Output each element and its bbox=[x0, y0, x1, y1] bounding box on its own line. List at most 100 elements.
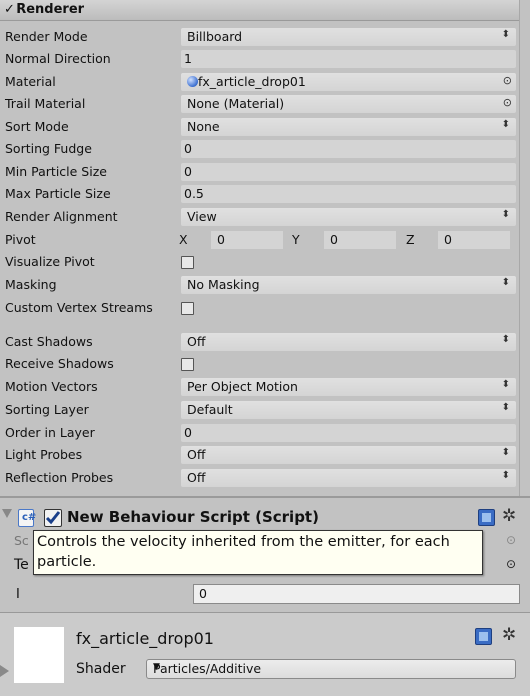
axis-value-box[interactable]: 0 bbox=[211, 231, 283, 249]
script-title: New Behaviour Script (Script) bbox=[67, 508, 319, 526]
dropdown-field[interactable]: Billboard ⬍ bbox=[181, 28, 516, 46]
material-section: fx_article_drop01 ✲ Shader Particles/Add… bbox=[0, 612, 530, 696]
updown-arrows-icon: ⬍ bbox=[501, 447, 510, 458]
property-row: Order in Layer 0 bbox=[0, 422, 519, 444]
axis-label: Z bbox=[406, 232, 415, 247]
gear-icon[interactable]: ✲ bbox=[502, 625, 516, 645]
property-row: Motion Vectors Per Object Motion ⬍ bbox=[0, 376, 519, 398]
object-field[interactable]: None (Material) ⊙ bbox=[181, 95, 516, 113]
target-icon[interactable]: ⊙ bbox=[503, 74, 512, 87]
property-label: Receive Shadows bbox=[5, 356, 114, 371]
updown-arrows-icon: ⬍ bbox=[501, 209, 510, 220]
axis-value: 0 bbox=[330, 232, 338, 247]
dropdown-field[interactable]: Off ⬍ bbox=[181, 333, 516, 351]
dropdown-field[interactable]: Off ⬍ bbox=[181, 446, 516, 464]
script-enabled-checkbox[interactable] bbox=[44, 509, 62, 527]
field-value: None (Material) bbox=[187, 96, 285, 111]
updown-arrows-icon: ⬍ bbox=[501, 470, 510, 481]
property-row: Trail Material None (Material) ⊙ bbox=[0, 93, 519, 115]
target-icon[interactable]: ⊙ bbox=[506, 557, 516, 571]
updown-arrows-icon: ⬍ bbox=[501, 29, 510, 40]
renderer-title: ✓ Renderer bbox=[4, 2, 85, 17]
property-label: Masking bbox=[5, 277, 57, 292]
axis-value-box[interactable]: 0 bbox=[438, 231, 510, 249]
field-value: 0 bbox=[184, 141, 192, 156]
foldout-arrow-icon[interactable] bbox=[0, 665, 9, 677]
int-field-input[interactable]: 0 bbox=[193, 584, 520, 604]
property-row: Custom Vertex Streams bbox=[0, 297, 519, 319]
chevron-down-icon: ▼ bbox=[153, 662, 160, 672]
checkbox[interactable] bbox=[181, 302, 194, 315]
script-field-label: Sc bbox=[14, 533, 29, 548]
shader-label: Shader bbox=[76, 661, 126, 677]
number-field[interactable]: 0 bbox=[181, 163, 516, 181]
dropdown-field[interactable]: Per Object Motion ⬍ bbox=[181, 378, 516, 396]
property-row: Render Mode Billboard ⬍ bbox=[0, 26, 519, 48]
property-label: Custom Vertex Streams bbox=[5, 300, 153, 315]
dropdown-field[interactable]: Off ⬍ bbox=[181, 469, 516, 487]
checkbox[interactable] bbox=[181, 358, 194, 371]
material-sphere-icon bbox=[187, 76, 198, 87]
property-row: Light Probes Off ⬍ bbox=[0, 444, 519, 466]
dropdown-field[interactable]: View ⬍ bbox=[181, 208, 516, 226]
property-row: Sorting Layer Default ⬍ bbox=[0, 399, 519, 421]
property-label: Min Particle Size bbox=[5, 164, 107, 179]
checkbox[interactable] bbox=[181, 256, 194, 269]
property-label: Sorting Fudge bbox=[5, 141, 92, 156]
property-row: Sort Mode None ⬍ bbox=[0, 116, 519, 138]
property-label: Trail Material bbox=[5, 96, 86, 111]
axis-value: 0 bbox=[217, 232, 225, 247]
field-value: fx_article_drop01 bbox=[198, 74, 306, 89]
dropdown-field[interactable]: Default ⬍ bbox=[181, 401, 516, 419]
foldout-arrow-icon[interactable] bbox=[2, 509, 12, 518]
field-value: Off bbox=[187, 334, 206, 349]
target-icon[interactable]: ⊙ bbox=[506, 533, 516, 547]
property-label: Max Particle Size bbox=[5, 186, 111, 201]
property-label: Render Alignment bbox=[5, 209, 118, 224]
scrollbar[interactable] bbox=[519, 0, 530, 496]
target-icon[interactable]: ⊙ bbox=[503, 96, 512, 109]
int-field-label: I bbox=[16, 587, 20, 602]
property-label: Reflection Probes bbox=[5, 470, 114, 485]
field-value: Billboard bbox=[187, 29, 243, 44]
property-row: Normal Direction 1 bbox=[0, 48, 519, 70]
help-book-icon[interactable] bbox=[475, 628, 492, 645]
script-component-header[interactable]: c# New Behaviour Script (Script) ✲ bbox=[0, 506, 530, 528]
property-row: Max Particle Size 0.5 bbox=[0, 183, 519, 205]
field-value: Off bbox=[187, 447, 206, 462]
number-field[interactable]: 0 bbox=[181, 424, 516, 442]
axis-value-box[interactable]: 0 bbox=[324, 231, 396, 249]
script-icon: c# bbox=[18, 509, 36, 527]
updown-arrows-icon: ⬍ bbox=[501, 402, 510, 413]
property-label: Sort Mode bbox=[5, 119, 69, 134]
property-label: Light Probes bbox=[5, 447, 83, 462]
number-field[interactable]: 1 bbox=[181, 50, 516, 68]
updown-arrows-icon: ⬍ bbox=[501, 379, 510, 390]
property-label: Visualize Pivot bbox=[5, 254, 95, 269]
field-value: Off bbox=[187, 470, 206, 485]
number-field[interactable]: 0 bbox=[181, 140, 516, 158]
shader-dropdown[interactable]: Particles/Additive ▼ bbox=[146, 659, 516, 679]
dropdown-field[interactable]: No Masking ⬍ bbox=[181, 276, 516, 294]
field-value: Default bbox=[187, 402, 233, 417]
renderer-header[interactable]: ✓ Renderer bbox=[0, 0, 519, 21]
property-row: Sorting Fudge 0 bbox=[0, 138, 519, 160]
updown-arrows-icon: ⬍ bbox=[501, 277, 510, 288]
field-value: 0.5 bbox=[184, 186, 204, 201]
gear-icon[interactable]: ✲ bbox=[502, 506, 516, 526]
property-label: Order in Layer bbox=[5, 425, 95, 440]
number-field[interactable]: 0.5 bbox=[181, 185, 516, 203]
updown-arrows-icon: ⬍ bbox=[501, 334, 510, 345]
material-preview-thumbnail[interactable] bbox=[14, 627, 64, 683]
property-label: Material bbox=[5, 74, 56, 89]
field-value: Per Object Motion bbox=[187, 379, 298, 394]
help-book-icon[interactable] bbox=[478, 509, 495, 526]
property-label: Motion Vectors bbox=[5, 379, 98, 394]
dropdown-field[interactable]: None ⬍ bbox=[181, 118, 516, 136]
updown-arrows-icon: ⬍ bbox=[501, 119, 510, 130]
field-value: None bbox=[187, 119, 220, 134]
object-field[interactable]: fx_article_drop01 ⊙ bbox=[181, 73, 516, 91]
axis-label: Y bbox=[292, 232, 300, 247]
material-name: fx_article_drop01 bbox=[76, 629, 214, 648]
property-row: Cast Shadows Off ⬍ bbox=[0, 331, 519, 353]
